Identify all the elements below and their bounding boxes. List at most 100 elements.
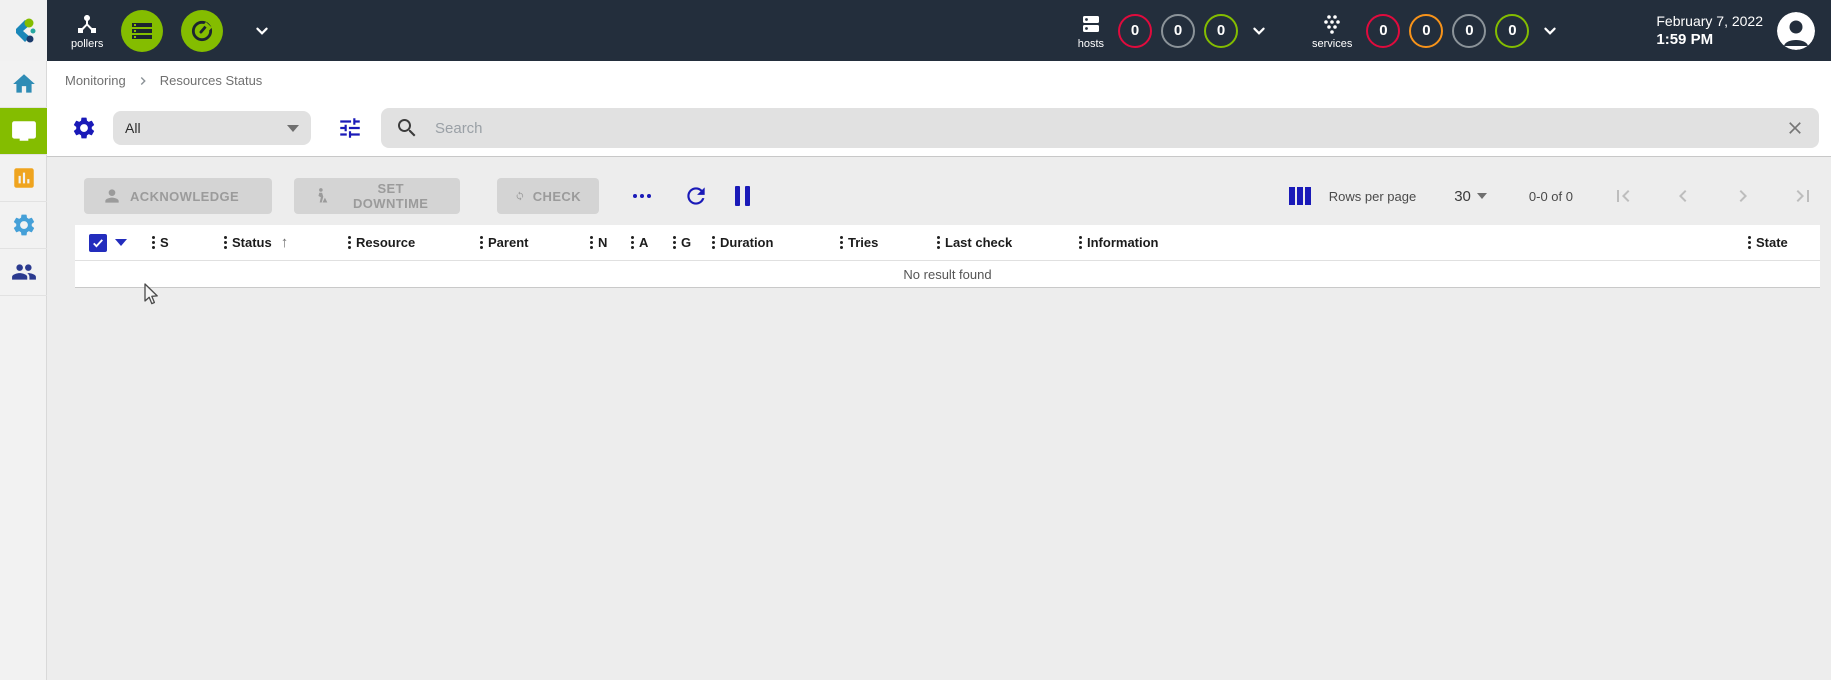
column-header-graph[interactable]: G (673, 235, 712, 250)
rows-per-page-select[interactable]: 30 (1454, 188, 1487, 205)
set-downtime-button[interactable]: SET DOWNTIME (294, 178, 460, 214)
chevron-down-icon (287, 125, 299, 132)
search-bar[interactable] (381, 108, 1819, 148)
edit-columns-button[interactable] (1289, 187, 1311, 205)
hosts-down-counter[interactable]: 0 (1118, 14, 1152, 48)
column-header-information[interactable]: Information (1079, 235, 1748, 250)
services-label: services (1312, 38, 1352, 50)
latency-status-button[interactable] (181, 10, 223, 52)
sidebar-item-configuration[interactable] (0, 202, 47, 249)
hosts-up-counter[interactable]: 0 (1204, 14, 1238, 48)
breadcrumb-resources-status[interactable]: Resources Status (160, 73, 263, 88)
sidebar-item-home[interactable] (0, 61, 47, 108)
column-header-resource[interactable]: Resource (348, 235, 480, 250)
chevron-left-icon (1671, 184, 1695, 208)
refresh-button[interactable] (683, 183, 709, 209)
centreon-logo[interactable] (0, 0, 47, 61)
breadcrumb: Monitoring Resources Status (47, 61, 1831, 100)
column-header-last-check[interactable]: Last check (937, 235, 1079, 250)
column-header-severity[interactable]: S (152, 235, 224, 250)
current-time: 1:59 PM (1656, 31, 1763, 48)
column-header-duration[interactable]: Duration (712, 235, 840, 250)
chevron-down-icon (251, 20, 273, 42)
services-warning-count: 0 (1422, 22, 1430, 39)
drag-handle-icon[interactable] (1079, 236, 1082, 249)
pagination-controls (1611, 184, 1815, 208)
drag-handle-icon[interactable] (348, 236, 351, 249)
chevron-down-icon (1539, 20, 1561, 42)
drag-handle-icon[interactable] (152, 236, 155, 249)
sync-icon (515, 186, 525, 206)
column-header-parent[interactable]: Parent (480, 235, 590, 250)
hosts-icon (1079, 12, 1103, 36)
column-header-state[interactable]: State (1748, 235, 1820, 250)
sidebar-item-monitoring[interactable] (0, 108, 47, 155)
search-input[interactable] (435, 120, 1785, 137)
services-critical-counter[interactable]: 0 (1366, 14, 1400, 48)
services-warning-counter[interactable]: 0 (1409, 14, 1443, 48)
drag-handle-icon[interactable] (224, 236, 227, 249)
current-date: February 7, 2022 (1656, 13, 1763, 29)
column-header-status[interactable]: Status ↑ (224, 234, 348, 251)
user-avatar-button[interactable] (1777, 12, 1815, 50)
breadcrumb-monitoring-link[interactable]: Monitoring (65, 73, 126, 88)
resources-status-panel: ACKNOWLEDGE SET DOWNTIME CHECK (47, 157, 1831, 680)
home-icon (11, 71, 37, 97)
column-header-tries[interactable]: Tries (840, 235, 937, 250)
select-all-checkbox[interactable] (89, 234, 107, 252)
first-page-button[interactable] (1611, 184, 1635, 208)
drag-handle-icon[interactable] (480, 236, 483, 249)
pollers-menu[interactable]: pollers (71, 12, 103, 50)
first-page-icon (1611, 184, 1635, 208)
saved-filter-value: All (125, 120, 141, 136)
drag-handle-icon[interactable] (590, 236, 593, 249)
saved-filter-select[interactable]: All (113, 111, 311, 145)
rows-per-page-label: Rows per page (1329, 189, 1416, 204)
rows-per-page-value: 30 (1454, 188, 1471, 205)
database-status-button[interactable] (121, 10, 163, 52)
advanced-filter-button[interactable] (337, 115, 363, 141)
sidebar-item-administration[interactable] (0, 249, 47, 296)
sort-ascending-icon[interactable]: ↑ (281, 234, 289, 251)
resources-table: S Status ↑ Resource Parent N A (75, 225, 1820, 288)
drag-handle-icon[interactable] (1748, 236, 1751, 249)
clear-search-button[interactable] (1785, 118, 1805, 138)
acknowledge-button[interactable]: ACKNOWLEDGE (84, 178, 272, 214)
drag-handle-icon[interactable] (840, 236, 843, 249)
last-page-button[interactable] (1791, 184, 1815, 208)
check-button[interactable]: CHECK (497, 178, 599, 214)
filter-settings-button[interactable] (71, 115, 97, 141)
hosts-down-count: 0 (1131, 22, 1139, 39)
acknowledge-label: ACKNOWLEDGE (130, 189, 239, 204)
sidebar-item-reporting[interactable] (0, 155, 47, 202)
set-downtime-label: SET DOWNTIME (339, 181, 442, 211)
column-header-action[interactable]: A (631, 235, 673, 250)
account-icon (1777, 12, 1815, 50)
hosts-unreachable-counter[interactable]: 0 (1161, 14, 1195, 48)
chevron-right-icon (136, 74, 150, 88)
filter-bar: All (47, 100, 1831, 157)
left-sidebar (0, 61, 47, 680)
services-unknown-counter[interactable]: 0 (1452, 14, 1486, 48)
hosts-menu[interactable]: hosts (1078, 12, 1104, 50)
pollers-expand-button[interactable] (251, 20, 273, 42)
pagination-range: 0-0 of 0 (1529, 189, 1573, 204)
more-actions-button[interactable] (633, 194, 651, 198)
services-expand-button[interactable] (1539, 20, 1561, 42)
pause-autorefresh-button[interactable] (735, 186, 750, 206)
table-header-row: S Status ↑ Resource Parent N A (75, 225, 1820, 261)
drag-handle-icon[interactable] (673, 236, 676, 249)
drag-handle-icon[interactable] (631, 236, 634, 249)
drag-handle-icon[interactable] (712, 236, 715, 249)
search-icon (395, 116, 419, 140)
services-ok-counter[interactable]: 0 (1495, 14, 1529, 48)
top-header-bar: pollers (0, 0, 1831, 61)
drag-handle-icon[interactable] (937, 236, 940, 249)
hosts-expand-button[interactable] (1248, 20, 1270, 42)
services-menu[interactable]: services (1312, 12, 1352, 50)
check-icon (91, 236, 105, 250)
select-options-caret[interactable] (115, 239, 127, 246)
previous-page-button[interactable] (1671, 184, 1695, 208)
next-page-button[interactable] (1731, 184, 1755, 208)
column-header-notes[interactable]: N (590, 235, 631, 250)
